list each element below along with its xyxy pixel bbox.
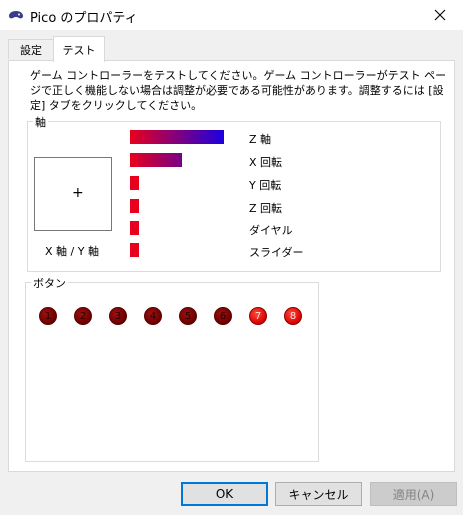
close-icon: [434, 9, 446, 21]
axis-bar-z: [130, 130, 224, 144]
axis-label-x-rotation: X 回転: [249, 156, 283, 169]
instructions-text: ゲーム コントローラーをテストしてください。ゲーム コントローラーがテスト ペー…: [30, 69, 447, 112]
axis-label-z: Z 軸: [249, 133, 272, 146]
axis-label-slider: スライダー: [249, 246, 304, 259]
xy-axis-label: X 軸 / Y 軸: [45, 245, 99, 258]
button-indicator-5: 5: [179, 307, 197, 325]
buttons-group-label: ボタン: [31, 275, 68, 291]
cancel-button[interactable]: キャンセル: [275, 482, 362, 506]
button-indicator-1: 1: [39, 307, 57, 325]
button-indicator-7: 7: [249, 307, 267, 325]
window-title: Pico のプロパティ: [30, 11, 138, 26]
button-indicator-8: 8: [284, 307, 302, 325]
axis-label-dial: ダイヤル: [249, 224, 293, 237]
button-indicator-2: 2: [74, 307, 92, 325]
axis-bar-x-rotation: [130, 153, 182, 167]
game-controller-icon: [9, 11, 23, 19]
axis-label-y-rotation: Y 回転: [249, 179, 282, 192]
title-bar: Pico のプロパティ: [0, 0, 463, 30]
axis-bar-dial: [130, 221, 139, 235]
button-indicator-3: 3: [109, 307, 127, 325]
crosshair-marker: +: [72, 185, 84, 201]
axis-bar-slider: [130, 243, 139, 257]
button-indicator-6: 6: [214, 307, 232, 325]
button-indicator-4: 4: [144, 307, 162, 325]
apply-button[interactable]: 適用(A): [370, 482, 457, 506]
axes-group-label: 軸: [33, 114, 48, 130]
tab-settings[interactable]: 設定: [8, 39, 54, 59]
axis-bar-y-rotation: [130, 176, 139, 190]
axis-label-z-rotation: Z 回転: [249, 202, 283, 215]
axis-bar-z-rotation: [130, 199, 139, 213]
close-button[interactable]: [417, 0, 463, 30]
tab-test[interactable]: テスト: [53, 36, 105, 62]
ok-button[interactable]: OK: [181, 482, 268, 506]
buttons-groupbox: [25, 282, 319, 462]
